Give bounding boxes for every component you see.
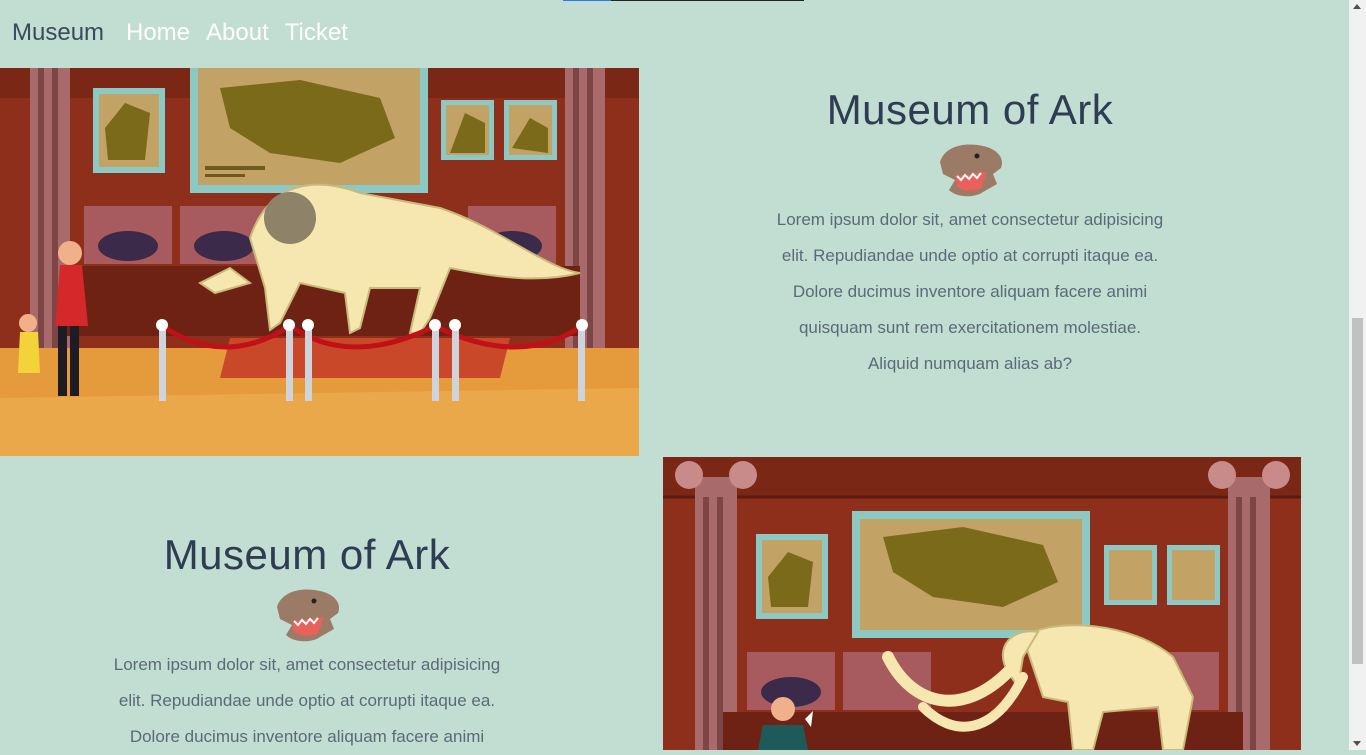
nav-links: Home About Ticket	[126, 19, 348, 47]
dinosaur-head-icon	[940, 144, 1003, 197]
section-text-line: Lorem ipsum dolor sit, amet consectetur …	[776, 210, 1164, 229]
section-text-line: elit. Repudiandae unde optio at corrupti…	[118, 691, 496, 710]
section-text-line: Dolore ducimus inventore aliquam facere …	[792, 282, 1148, 301]
scroll-down-icon[interactable]	[1353, 741, 1361, 746]
nav-link-ticket[interactable]: Ticket	[285, 19, 348, 47]
section-text-line: quisquam sunt rem exercitationem molesti…	[798, 318, 1142, 337]
section-text-line: Aliquid numquam alias ab?	[867, 354, 1073, 373]
nav-link-about[interactable]: About	[206, 19, 269, 47]
museum-mammoth-image	[663, 457, 1301, 750]
navbar: Museum Home About Ticket	[0, 0, 1349, 68]
museum-triceratops-image	[0, 68, 639, 456]
section-text-line: Lorem ipsum dolor sit, amet consectetur …	[113, 655, 501, 674]
scroll-up-icon[interactable]	[1353, 4, 1361, 9]
museum-section-2: Museum of Ark Lorem ipsum dolor sit, ame…	[77, 531, 537, 755]
section-title: Museum of Ark	[163, 531, 451, 578]
section-text-line: elit. Repudiandae unde optio at corrupti…	[781, 246, 1159, 265]
vertical-scrollbar[interactable]	[1349, 0, 1366, 750]
scrollbar-thumb[interactable]	[1352, 318, 1363, 664]
museum-section-1: Museum of Ark Lorem ipsum dolor sit, ame…	[740, 86, 1200, 382]
dinosaur-head-icon	[277, 589, 340, 642]
brand-logo[interactable]: Museum	[12, 19, 104, 47]
nav-link-home[interactable]: Home	[126, 19, 190, 47]
section-title: Museum of Ark	[826, 86, 1114, 133]
